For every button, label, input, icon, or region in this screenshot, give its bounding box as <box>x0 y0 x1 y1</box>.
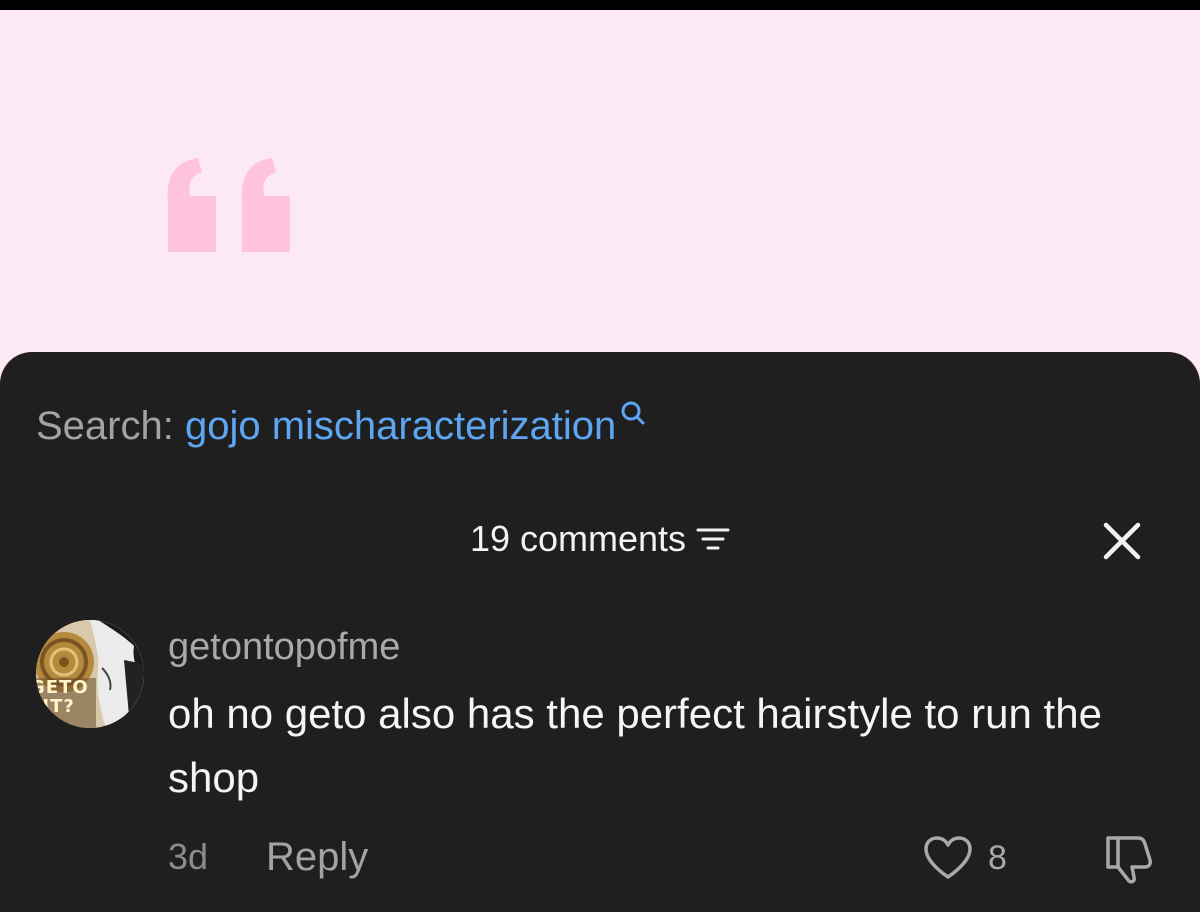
comment-timestamp: 3d <box>168 836 209 877</box>
search-query-link[interactable]: gojo mischaracterization <box>185 404 616 448</box>
reply-button[interactable]: Reply <box>266 832 368 882</box>
search-prefix: Search: <box>36 404 174 448</box>
like-count: 8 <box>988 838 1007 877</box>
quote-mark-icon <box>167 158 290 252</box>
search-icon[interactable] <box>620 400 646 428</box>
avatar-text-line: GETO <box>36 677 89 698</box>
status-bar-edge <box>0 0 1200 10</box>
comments-count: 19 comments <box>469 518 687 559</box>
close-icon[interactable] <box>1098 517 1146 565</box>
comments-header: 19 comments <box>0 514 1200 564</box>
like-button[interactable]: 8 <box>922 830 1007 886</box>
comment-username[interactable]: getontopofme <box>168 622 400 672</box>
comment-text: oh no geto also has the perfect hairstyl… <box>168 690 1102 801</box>
filter-icon[interactable] <box>696 525 730 553</box>
search-suggestion[interactable]: Search: gojo mischaracterization <box>36 398 646 454</box>
thumbs-down-icon[interactable] <box>1098 830 1158 886</box>
heart-icon[interactable] <box>922 835 974 881</box>
avatar[interactable]: GETO HT? <box>36 620 144 728</box>
avatar-text-line: HT? <box>36 696 75 717</box>
